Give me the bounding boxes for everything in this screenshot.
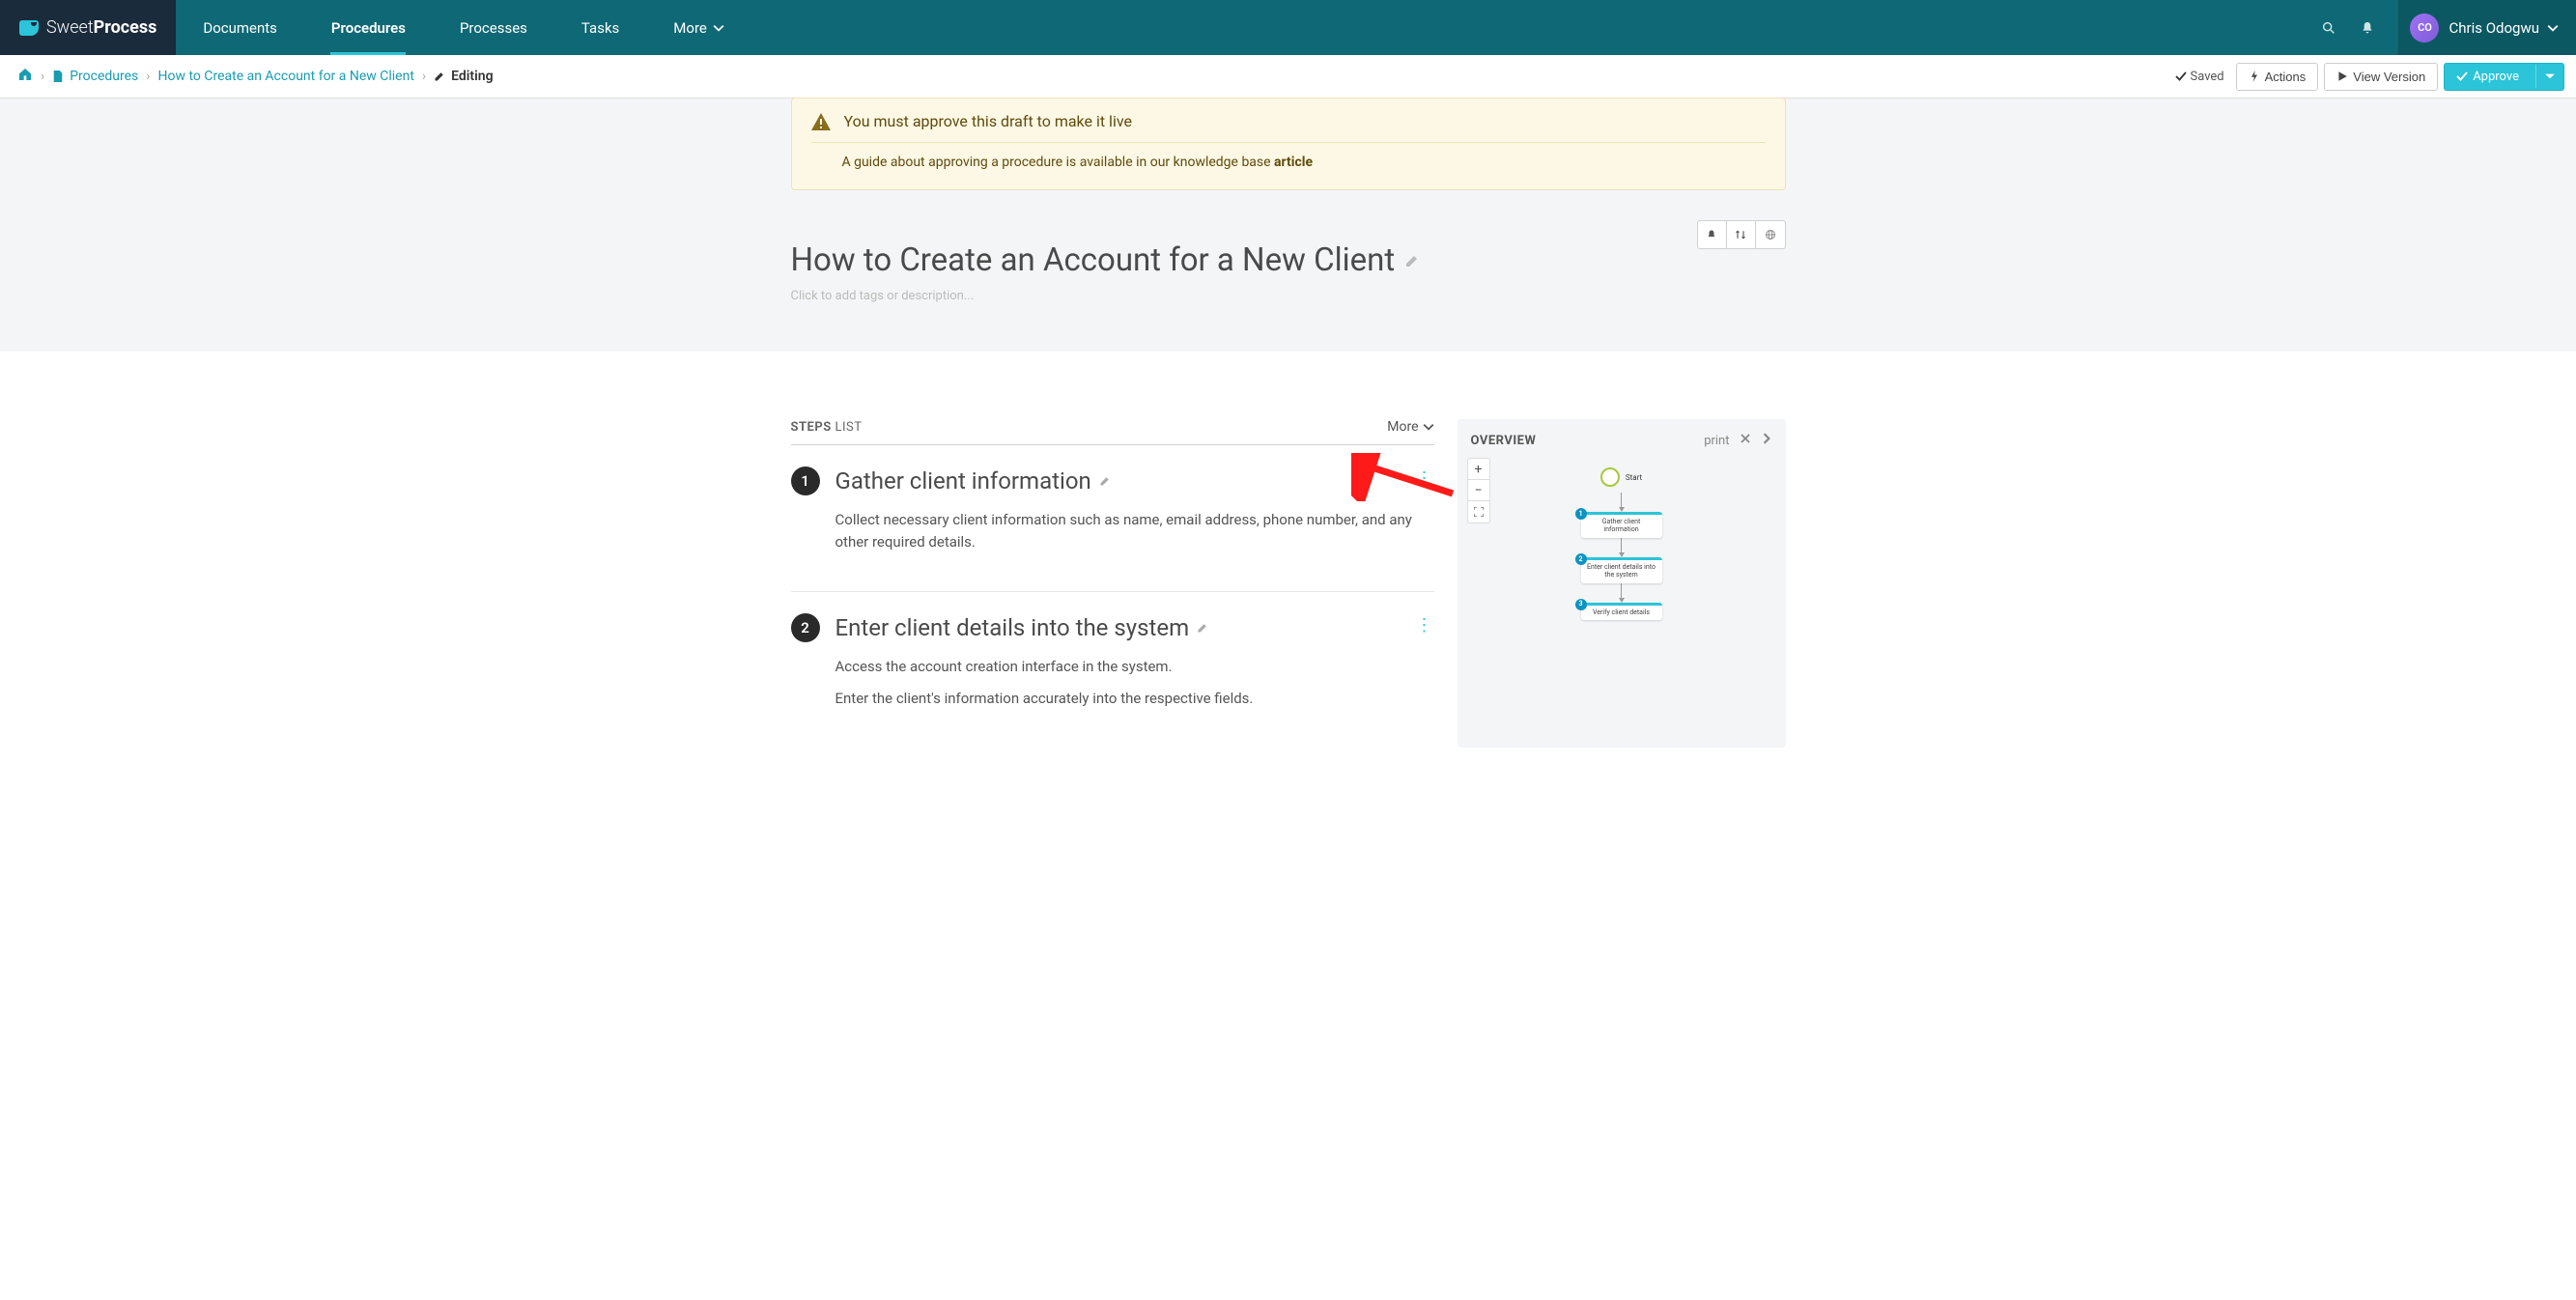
logo-text-light: Sweet	[46, 17, 94, 38]
sort-icon	[1735, 229, 1746, 240]
search-icon	[2321, 20, 2336, 36]
approve-button-group: Approve	[2444, 63, 2564, 91]
breadcrumb-sep: ›	[41, 69, 44, 84]
globe-icon	[1765, 229, 1776, 240]
check-icon	[2175, 71, 2187, 82]
title-action-group	[1697, 220, 1786, 249]
view-version-button[interactable]: View Version	[2324, 63, 2438, 91]
nav-processes[interactable]: Processes	[433, 0, 554, 55]
banner-subtitle: A guide about approving a procedure is a…	[811, 143, 1766, 176]
nav-tasks[interactable]: Tasks	[554, 0, 646, 55]
approve-button[interactable]: Approve	[2445, 64, 2531, 90]
breadcrumb-editing: Editing	[434, 69, 493, 84]
bolt-icon	[2249, 71, 2260, 82]
warning-icon	[811, 113, 831, 130]
pencil-icon	[1099, 475, 1111, 487]
zoom-controls: + −	[1467, 458, 1490, 523]
bell-icon	[2360, 20, 2375, 36]
steps-header-title: STEPS LIST	[791, 420, 863, 435]
avatar: CO	[2410, 14, 2439, 42]
step-item: 2 Enter client details into the system ⋮…	[791, 592, 1434, 748]
breadcrumb-procedures[interactable]: Procedures	[52, 69, 138, 84]
bell-icon	[1706, 229, 1717, 240]
flow-node[interactable]: 3 Verify client details	[1581, 603, 1662, 620]
flow-node[interactable]: 2 Enter client details into the system	[1581, 557, 1662, 583]
nav-more[interactable]: More	[646, 0, 751, 55]
logo[interactable]: SweetProcess	[0, 0, 176, 55]
zoom-in[interactable]: +	[1468, 459, 1489, 480]
close-icon	[1740, 433, 1751, 444]
approval-banner: You must approve this draft to make it l…	[791, 98, 1786, 190]
caret-down-icon	[2544, 71, 2556, 82]
logo-icon	[19, 20, 39, 36]
chevron-down-icon	[713, 22, 724, 34]
nav-procedures[interactable]: Procedures	[304, 0, 433, 55]
banner-article-link[interactable]: article	[1274, 155, 1313, 170]
title-sort-button[interactable]	[1727, 221, 1756, 248]
step-description: Collect necessary client information suc…	[835, 509, 1434, 552]
pencil-icon	[1197, 622, 1208, 634]
saved-indicator: Saved	[2175, 70, 2224, 84]
tags-description-placeholder[interactable]: Click to add tags or description...	[791, 289, 1786, 303]
top-nav: SweetProcess Documents Procedures Proces…	[0, 0, 2576, 55]
step-item: 1 Gather client information ⋮ Collect ne…	[791, 445, 1434, 592]
step-kebab-menu[interactable]: ⋮	[1416, 468, 1432, 489]
actions-button[interactable]: Actions	[2236, 63, 2319, 91]
chevron-down-icon	[2547, 22, 2559, 34]
breadcrumb-title[interactable]: How to Create an Account for a New Clien…	[158, 69, 414, 84]
content-header-area: You must approve this draft to make it l…	[0, 99, 2576, 352]
overview-panel: OVERVIEW print + −	[1458, 419, 1786, 748]
start-circle-icon	[1600, 467, 1620, 487]
title-notify-button[interactable]	[1698, 221, 1727, 248]
step-kebab-menu[interactable]: ⋮	[1416, 615, 1432, 636]
flow-start: Start	[1600, 467, 1642, 487]
check-icon	[2456, 71, 2468, 82]
user-menu[interactable]: CO Chris Odogwu	[2398, 0, 2576, 55]
sub-bar-actions: Saved Actions View Version Approve	[2175, 63, 2565, 91]
breadcrumb-sep: ›	[146, 69, 150, 84]
title-area: How to Create an Account for a New Clien…	[791, 191, 1786, 303]
play-icon	[2336, 71, 2348, 82]
search-button[interactable]	[2309, 9, 2348, 47]
document-icon	[52, 71, 64, 82]
username: Chris Odogwu	[2449, 19, 2539, 37]
step-description: Access the account creation interface in…	[835, 656, 1434, 709]
home-icon	[17, 67, 33, 82]
chevron-right-icon	[1761, 433, 1772, 444]
step-title[interactable]: Gather client information	[835, 467, 1111, 495]
steps-more-menu[interactable]: More	[1387, 419, 1433, 435]
step-number: 2	[791, 613, 820, 642]
zoom-out[interactable]: −	[1468, 480, 1489, 501]
nav-documents[interactable]: Documents	[176, 0, 304, 55]
flow-node[interactable]: 1 Gather client information	[1581, 512, 1662, 538]
overview-close[interactable]	[1740, 433, 1751, 448]
pencil-icon	[1404, 253, 1420, 268]
overview-expand[interactable]	[1761, 433, 1772, 448]
breadcrumb-sep: ›	[422, 69, 426, 84]
approve-dropdown[interactable]	[2535, 65, 2563, 88]
nav-right: CO Chris Odogwu	[2309, 0, 2576, 55]
nav-items: Documents Procedures Processes Tasks Mor…	[176, 0, 751, 55]
main-content: STEPS LIST More 1 Gather client informat…	[0, 352, 2576, 767]
fullscreen-icon	[1474, 507, 1484, 517]
overview-print[interactable]: print	[1704, 434, 1729, 448]
flowchart: Start 1 Gather client information 2 Ente…	[1471, 458, 1772, 620]
notifications-button[interactable]	[2348, 9, 2387, 47]
banner-title: You must approve this draft to make it l…	[844, 112, 1132, 130]
title-globe-button[interactable]	[1756, 221, 1785, 248]
step-number: 1	[791, 466, 820, 495]
logo-text-bold: Process	[94, 17, 157, 38]
breadcrumb-bar: › Procedures › How to Create an Account …	[0, 55, 2576, 99]
chevron-down-icon	[1423, 421, 1434, 433]
steps-header: STEPS LIST More	[791, 419, 1434, 445]
overview-header: OVERVIEW print	[1471, 433, 1772, 448]
overview-title: OVERVIEW	[1471, 434, 1537, 448]
nav-more-label: More	[673, 19, 707, 37]
breadcrumb-home[interactable]	[17, 67, 33, 86]
steps-column: STEPS LIST More 1 Gather client informat…	[791, 419, 1434, 748]
pencil-icon	[434, 71, 445, 82]
step-title[interactable]: Enter client details into the system	[835, 614, 1209, 641]
zoom-fullscreen[interactable]	[1468, 501, 1489, 523]
procedure-title[interactable]: How to Create an Account for a New Clien…	[791, 241, 1786, 279]
